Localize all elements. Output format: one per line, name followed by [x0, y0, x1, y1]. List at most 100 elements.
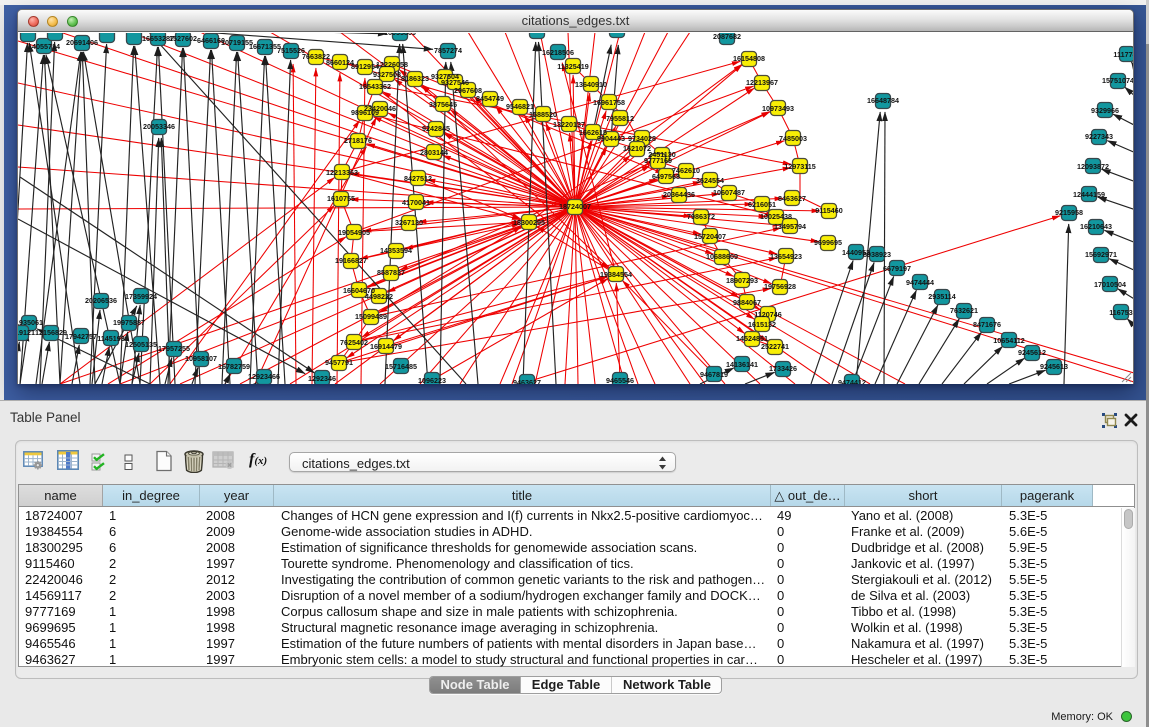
svg-text:9242845: 9242845: [422, 124, 450, 133]
svg-text:19054905: 19054905: [338, 228, 370, 237]
svg-text:23420046: 23420046: [364, 104, 396, 113]
svg-text:8454749: 8454749: [476, 94, 504, 103]
svg-text:3919121: 3919121: [18, 328, 35, 337]
svg-text:116753: 116753: [1109, 308, 1133, 317]
svg-text:20691406: 20691406: [66, 38, 98, 47]
svg-text:17957255: 17957255: [158, 344, 190, 353]
svg-text:9474444: 9474444: [906, 278, 934, 287]
svg-text:9474412: 9474412: [838, 378, 866, 384]
svg-text:9465546: 9465546: [606, 376, 634, 384]
svg-text:12505135: 12505135: [125, 340, 157, 349]
svg-text:3875645: 3875645: [429, 100, 457, 109]
svg-text:13654923: 13654923: [770, 252, 802, 261]
svg-text:1117749: 1117749: [1113, 50, 1133, 59]
svg-text:10025438: 10025438: [760, 212, 792, 221]
svg-text:7515526: 7515526: [277, 46, 305, 55]
svg-text:10654112: 10654112: [993, 336, 1025, 345]
svg-text:9884067: 9884067: [733, 298, 761, 307]
svg-text:12923466: 12923466: [248, 372, 280, 381]
svg-text:17942757: 17942757: [65, 332, 97, 341]
svg-text:1145193: 1145193: [97, 334, 125, 343]
svg-text:3624554: 3624554: [696, 176, 724, 185]
svg-text:2718176: 2718176: [344, 136, 372, 145]
svg-text:1610755: 1610755: [327, 194, 355, 203]
svg-text:10688609: 10688609: [706, 252, 738, 261]
svg-text:1292346: 1292346: [308, 374, 336, 383]
svg-text:12226058: 12226058: [376, 60, 408, 69]
svg-text:14353594: 14353594: [380, 246, 412, 255]
svg-text:8427512: 8427512: [404, 174, 432, 183]
svg-text:19384554: 19384554: [600, 270, 632, 279]
svg-text:14136141: 14136141: [726, 360, 758, 369]
svg-text:2087682: 2087682: [713, 33, 741, 41]
svg-text:9115460: 9115460: [815, 206, 843, 215]
svg-text:20364436: 20364436: [663, 190, 695, 199]
svg-text:15692971: 15692971: [1085, 250, 1117, 259]
svg-text:19756928: 19756928: [764, 282, 796, 291]
svg-text:15099489: 15099489: [355, 312, 387, 321]
svg-text:1120746: 1120746: [754, 310, 782, 319]
svg-text:10607487: 10607487: [713, 188, 745, 197]
svg-text:1615132: 1615132: [748, 320, 776, 329]
svg-text:18300295: 18300295: [513, 218, 545, 227]
svg-text:2935114: 2935114: [928, 292, 956, 301]
svg-text:4498222: 4498222: [365, 292, 393, 301]
svg-text:16543362: 16543362: [359, 82, 391, 91]
svg-text:8471676: 8471676: [973, 320, 1001, 329]
svg-text:20053346: 20053346: [143, 122, 175, 131]
svg-text:16033809: 16033809: [384, 33, 416, 37]
svg-text:7986372: 7986372: [687, 212, 715, 221]
svg-text:12156829: 12156829: [35, 328, 67, 337]
svg-text:8660124: 8660124: [326, 58, 354, 67]
svg-text:16961758: 16961758: [593, 98, 625, 107]
svg-text:9734028: 9734028: [628, 134, 656, 143]
svg-text:7632621: 7632621: [950, 306, 978, 315]
svg-text:17010504: 17010504: [1094, 280, 1126, 289]
svg-text:8938923: 8938923: [863, 250, 891, 259]
svg-text:9904443: 9904443: [597, 134, 625, 143]
svg-text:9463627: 9463627: [513, 378, 541, 384]
svg-text:12213967: 12213967: [746, 78, 778, 87]
svg-text:15720407: 15720407: [694, 232, 726, 241]
svg-text:9227343: 9227343: [1085, 132, 1113, 141]
svg-text:16210643: 16210643: [1080, 222, 1112, 231]
svg-text:1935061: 1935061: [18, 318, 43, 327]
svg-text:8813054: 8813054: [523, 33, 551, 35]
svg-text:6497568: 6497568: [652, 172, 680, 181]
svg-text:4170041: 4170041: [402, 198, 430, 207]
svg-text:9327508: 9327508: [373, 70, 401, 79]
svg-text:1621072: 1621072: [623, 144, 651, 153]
svg-text:16648784: 16648784: [867, 96, 899, 105]
svg-text:1588520: 1588520: [529, 110, 557, 119]
svg-text:12973115: 12973115: [784, 162, 816, 171]
svg-text:16218506: 16218506: [542, 48, 574, 57]
svg-text:12093872: 12093872: [1077, 162, 1109, 171]
svg-text:11325419: 11325419: [557, 62, 589, 71]
svg-text:9699695: 9699695: [814, 238, 842, 247]
svg-text:6679197: 6679197: [883, 264, 911, 273]
svg-text:16154808: 16154808: [733, 54, 765, 63]
svg-text:13640910: 13640910: [575, 80, 607, 89]
svg-text:1527602: 1527602: [169, 34, 197, 43]
svg-text:9329966: 9329966: [1091, 106, 1119, 115]
svg-text:9467819: 9467819: [700, 370, 728, 379]
svg-text:13495794: 13495794: [774, 222, 806, 231]
svg-text:7625402: 7625402: [340, 338, 368, 347]
svg-text:9245612: 9245612: [1018, 348, 1046, 357]
svg-text:2522741: 2522741: [761, 342, 789, 351]
svg-text:12444159: 12444159: [1073, 190, 1105, 199]
svg-text:1733426: 1733426: [769, 364, 797, 373]
svg-text:10958107: 10958107: [185, 354, 217, 363]
svg-text:19166827: 19166827: [335, 256, 367, 265]
svg-text:16782759: 16782759: [218, 362, 250, 371]
svg-text:3267130: 3267130: [395, 218, 423, 227]
svg-text:9457791: 9457791: [325, 358, 353, 367]
svg-text:16914479: 16914479: [370, 342, 402, 351]
svg-text:7955812: 7955812: [606, 114, 634, 123]
svg-text:15716485: 15716485: [385, 362, 417, 371]
svg-text:20206536: 20206536: [85, 296, 117, 305]
svg-text:7485003: 7485003: [779, 134, 807, 143]
svg-text:7857274: 7857274: [434, 46, 462, 55]
svg-text:8587837: 8587837: [377, 268, 405, 277]
svg-text:12213363: 12213363: [326, 168, 358, 177]
